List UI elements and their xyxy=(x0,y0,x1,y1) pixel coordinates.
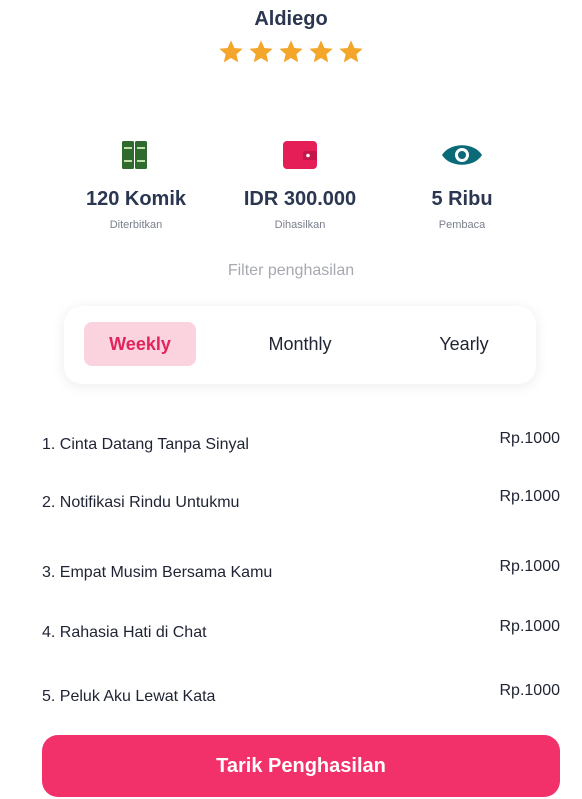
earning-amount: Rp.1000 xyxy=(499,488,561,505)
comic-title: 1. Cinta Datang Tanpa Sinyal xyxy=(42,436,249,453)
earning-amount: Rp.1000 xyxy=(499,558,561,575)
stat-caption: Dihasilkan xyxy=(274,219,326,231)
stat-value: IDR 300.000 xyxy=(243,188,357,210)
comic-title: 3. Empat Musim Bersama Kamu xyxy=(42,564,273,581)
stat-earned: IDR 300.000 Dihasilkan xyxy=(210,136,390,231)
earning-amount: Rp.1000 xyxy=(499,682,561,699)
list-item[interactable]: 4. Rahasia Hati di Chat Rp.1000 xyxy=(42,618,560,648)
tab-yearly[interactable]: Yearly xyxy=(408,322,520,366)
tab-weekly[interactable]: Weekly xyxy=(84,322,196,366)
earning-amount: Rp.1000 xyxy=(499,430,561,447)
comic-title: 5. Peluk Aku Lewat Kata xyxy=(42,688,216,705)
stat-readers: 5 Ribu Pembaca xyxy=(372,136,552,231)
list-item[interactable]: 5. Peluk Aku Lewat Kata Rp.1000 xyxy=(42,682,560,712)
list-item[interactable]: 3. Empat Musim Bersama Kamu Rp.1000 xyxy=(42,558,560,588)
wallet-icon xyxy=(210,136,390,174)
rating-stars xyxy=(0,38,582,66)
star-icon xyxy=(247,38,275,66)
books-icon xyxy=(46,136,226,174)
period-tabs: Weekly Monthly Yearly xyxy=(64,306,536,384)
stat-value: 120 Komik xyxy=(85,188,187,210)
comic-title: 2. Notifikasi Rindu Untukmu xyxy=(42,494,240,511)
tab-monthly[interactable]: Monthly xyxy=(244,322,356,366)
star-icon xyxy=(277,38,305,66)
stat-value: 5 Ribu xyxy=(431,188,493,210)
stat-published: 120 Komik Diterbitkan xyxy=(46,136,226,231)
comic-title: 4. Rahasia Hati di Chat xyxy=(42,624,207,641)
eye-icon xyxy=(372,136,552,174)
stat-caption: Pembaca xyxy=(438,219,486,231)
profile-name: Aldiego xyxy=(254,8,328,30)
star-icon xyxy=(217,38,245,66)
earning-amount: Rp.1000 xyxy=(499,618,561,635)
list-item[interactable]: 1. Cinta Datang Tanpa Sinyal Rp.1000 xyxy=(42,430,560,460)
filter-label: Filter penghasilan xyxy=(227,262,355,279)
star-icon xyxy=(337,38,365,66)
withdraw-earnings-button[interactable]: Tarik Penghasilan xyxy=(42,735,560,797)
stat-caption: Diterbitkan xyxy=(109,219,163,231)
list-item[interactable]: 2. Notifikasi Rindu Untukmu Rp.1000 xyxy=(42,488,560,518)
star-icon xyxy=(307,38,335,66)
